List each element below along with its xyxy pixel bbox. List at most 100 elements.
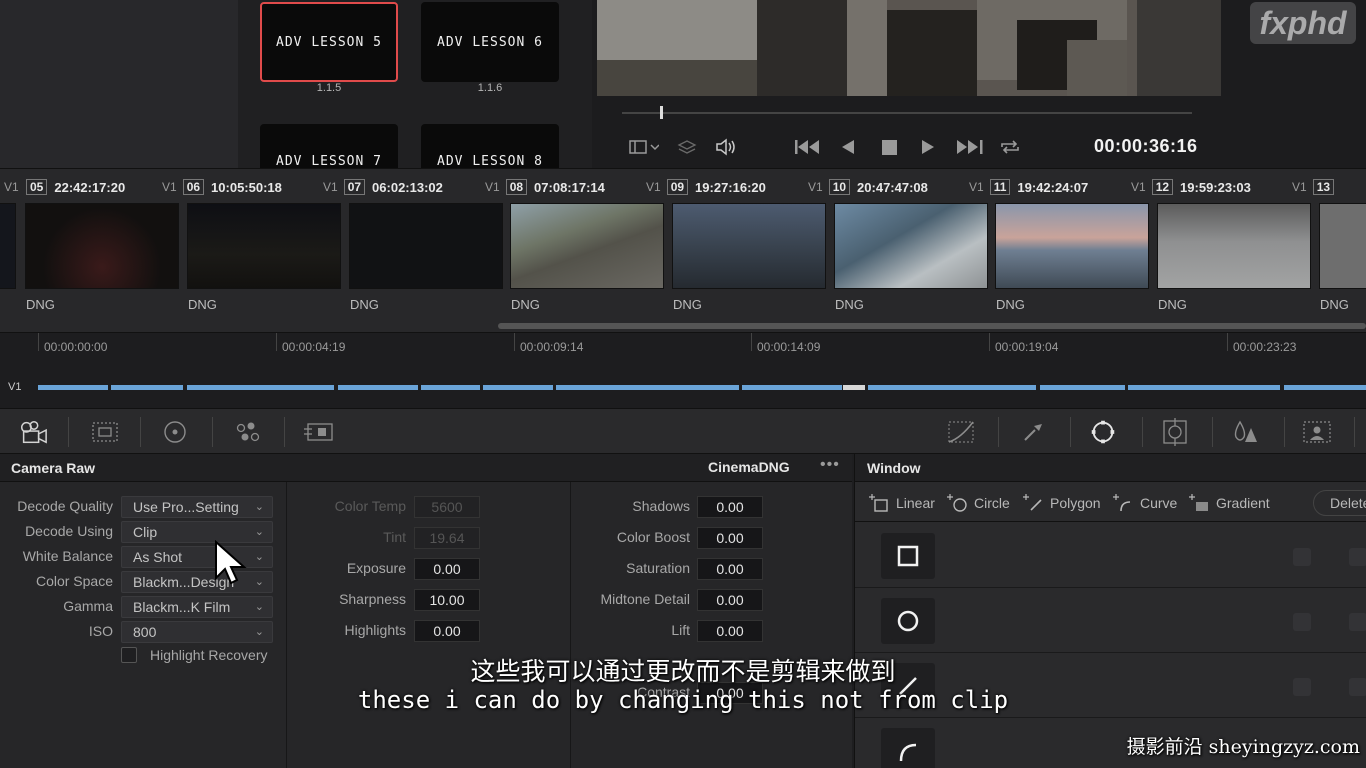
- timeline-clip[interactable]: [421, 385, 480, 390]
- clip-track: V1: [1131, 180, 1146, 194]
- timeline-clip[interactable]: [187, 385, 334, 390]
- window-tool-icon[interactable]: [1088, 417, 1118, 447]
- timeline-clip[interactable]: [1284, 385, 1366, 390]
- gallery-still-3[interactable]: ADV LESSON 7: [260, 124, 398, 168]
- clip-track: V1: [969, 180, 984, 194]
- clip-track: V1: [4, 180, 19, 194]
- fxphd-logo: fxphd: [1250, 2, 1356, 44]
- delete-window-button[interactable]: Delete: [1313, 490, 1366, 516]
- timeline-clip[interactable]: [556, 385, 739, 390]
- stop-icon[interactable]: [880, 136, 898, 158]
- gallery-still-1[interactable]: ADV LESSON 5: [260, 2, 398, 82]
- viewer-mode-dropdown[interactable]: [622, 136, 666, 158]
- iso-dropdown[interactable]: 800 ⌄: [121, 621, 273, 643]
- window-invert-toggle[interactable]: [1293, 548, 1311, 566]
- clip-strip-scrollbar[interactable]: [498, 323, 1366, 329]
- timeline-clip[interactable]: [483, 385, 553, 390]
- volume-icon[interactable]: [714, 136, 738, 158]
- blur-icon[interactable]: [1230, 417, 1260, 447]
- options-menu-button[interactable]: •••: [820, 456, 840, 474]
- timeline-clip-current[interactable]: [843, 385, 865, 390]
- linear-window-shape-icon[interactable]: [881, 533, 935, 579]
- viewer-scrubber[interactable]: [622, 112, 1192, 114]
- timeline-clip[interactable]: [111, 385, 183, 390]
- clip-track: V1: [485, 180, 500, 194]
- window-row-linear[interactable]: [855, 524, 1366, 588]
- sharpness-field[interactable]: 10.00: [414, 589, 480, 611]
- curve-window-button[interactable]: Curve: [1113, 494, 1177, 512]
- dropdown-value: 800: [133, 624, 157, 640]
- timeline-clip[interactable]: [742, 385, 842, 390]
- chevron-down-icon: ⌄: [254, 526, 264, 538]
- clip-number: 05: [26, 179, 48, 195]
- linear-window-button[interactable]: Linear: [869, 494, 935, 512]
- saturation-field[interactable]: 0.00: [697, 558, 763, 580]
- circle-window-shape-icon[interactable]: [881, 598, 935, 644]
- lift-field[interactable]: 0.00: [697, 620, 763, 642]
- qualifier-eyedropper-icon[interactable]: [1018, 417, 1048, 447]
- key-icon[interactable]: [1302, 417, 1332, 447]
- color-space-dropdown[interactable]: Blackm...Design ⌄: [121, 571, 273, 593]
- color-temp-field[interactable]: 5600: [414, 496, 480, 518]
- clip-thumbnail-06[interactable]: [187, 203, 341, 289]
- clip-thumbnail-10[interactable]: [834, 203, 988, 289]
- clip-number: 13: [1312, 179, 1335, 195]
- timeline-clip[interactable]: [338, 385, 418, 390]
- play-reverse-icon[interactable]: [840, 136, 856, 158]
- clip-thumbnail-12[interactable]: [1157, 203, 1311, 289]
- clip-thumbnail-09[interactable]: [672, 203, 826, 289]
- gamma-dropdown[interactable]: Blackm...K Film ⌄: [121, 596, 273, 618]
- curve-window-shape-icon[interactable]: [881, 728, 935, 768]
- window-mask-toggle[interactable]: [1349, 548, 1366, 566]
- clip-thumbnail-07[interactable]: [349, 203, 503, 289]
- ruler-timecode: 00:00:00:00: [44, 340, 108, 354]
- add-linear-icon: [869, 494, 888, 512]
- play-icon[interactable]: [920, 136, 936, 158]
- gallery-still-4[interactable]: ADV LESSON 8: [421, 124, 559, 168]
- shadows-field[interactable]: 0.00: [697, 496, 763, 518]
- circle-window-button[interactable]: Circle: [947, 494, 1010, 512]
- window-row-circle[interactable]: [855, 589, 1366, 653]
- toolbar-separator: [140, 417, 141, 447]
- color-boost-field[interactable]: 0.00: [697, 527, 763, 549]
- gallery-still-2[interactable]: ADV LESSON 6: [421, 2, 559, 82]
- clip-thumbnail-04[interactable]: [0, 203, 16, 289]
- raw-format-selector[interactable]: CinemaDNG: [708, 459, 790, 475]
- timeline-clip[interactable]: [38, 385, 108, 390]
- color-wheels-icon[interactable]: [160, 417, 190, 447]
- timeline-clip[interactable]: [1040, 385, 1125, 390]
- clip-thumbnail-08[interactable]: [510, 203, 664, 289]
- camera-raw-icon[interactable]: [18, 417, 48, 447]
- highlights-label: Highlights: [344, 622, 406, 638]
- timeline-clip[interactable]: [1128, 385, 1280, 390]
- window-invert-toggle[interactable]: [1293, 613, 1311, 631]
- skip-to-end-icon[interactable]: [956, 136, 984, 158]
- layers-icon[interactable]: [676, 136, 698, 158]
- gradient-window-button[interactable]: Gradient: [1189, 494, 1270, 512]
- clip-thumbnail-11[interactable]: [995, 203, 1149, 289]
- polygon-window-button[interactable]: Polygon: [1023, 494, 1101, 512]
- exposure-field[interactable]: 0.00: [414, 558, 480, 580]
- tint-field[interactable]: 19.64: [414, 527, 480, 549]
- clip-track: V1: [323, 180, 338, 194]
- clip-thumbnail-05[interactable]: [25, 203, 179, 289]
- decode-using-dropdown[interactable]: Clip ⌄: [121, 521, 273, 543]
- tracker-icon[interactable]: [1160, 417, 1190, 447]
- mini-timeline[interactable]: 00:00:00:00 00:00:04:19 00:00:09:14 00:0…: [0, 332, 1366, 408]
- midtone-detail-field[interactable]: 0.00: [697, 589, 763, 611]
- scrubber-playhead[interactable]: [659, 106, 663, 119]
- curves-icon[interactable]: [946, 417, 976, 447]
- clip-thumbnail-13[interactable]: [1319, 203, 1366, 289]
- rgb-mixer-icon[interactable]: [232, 417, 262, 447]
- motion-effects-icon[interactable]: [304, 417, 334, 447]
- highlights-field[interactable]: 0.00: [414, 620, 480, 642]
- loop-icon[interactable]: [998, 136, 1022, 158]
- window-mask-toggle[interactable]: [1349, 613, 1366, 631]
- decode-quality-dropdown[interactable]: Use Pro...Setting ⌄: [121, 496, 273, 518]
- toolbar-separator: [212, 417, 213, 447]
- white-balance-dropdown[interactable]: As Shot ⌄: [121, 546, 273, 568]
- timeline-clip[interactable]: [868, 385, 1036, 390]
- color-match-icon[interactable]: [90, 417, 120, 447]
- skip-to-start-icon[interactable]: [794, 136, 822, 158]
- clip-track: V1: [646, 180, 661, 194]
